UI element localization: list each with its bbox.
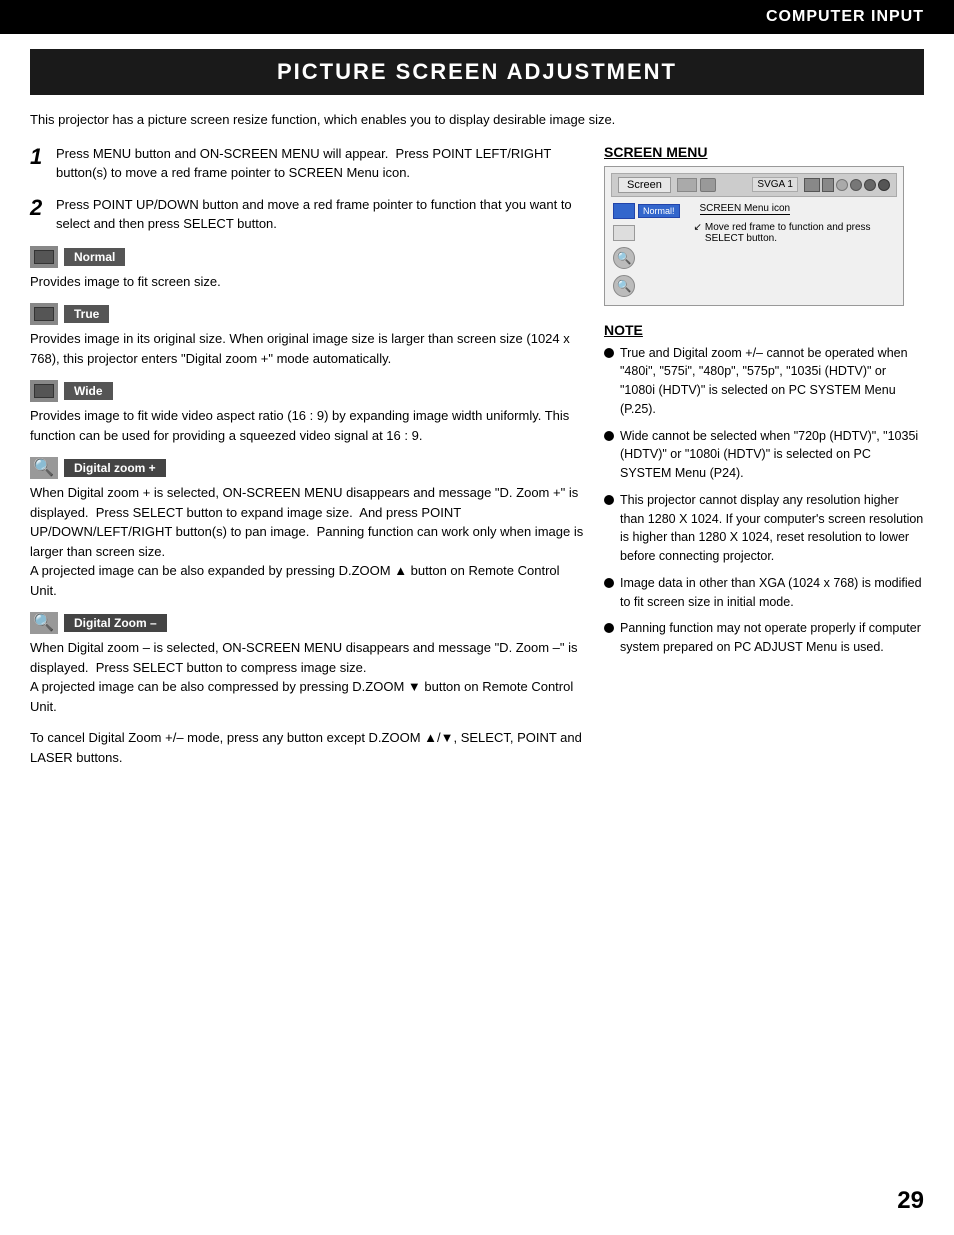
dzoom-minus-text: When Digital zoom – is selected, ON-SCRE… <box>30 638 584 716</box>
note-bullet-2 <box>604 431 614 441</box>
step-2-text: Press POINT UP/DOWN button and move a re… <box>56 195 584 234</box>
true-screen-icon <box>30 303 58 325</box>
screen-menu-icon-annotation: SCREEN Menu icon <box>700 203 791 215</box>
note-item-3: This projector cannot display any resolu… <box>604 491 924 566</box>
right-column: SCREEN MENU Screen SVGA 1 <box>604 144 924 768</box>
menu-icon-2 <box>700 178 716 192</box>
note-title: NOTE <box>604 322 924 338</box>
function-dzoom-minus-header: 🔍 Digital Zoom – <box>30 612 584 634</box>
note-bullet-1 <box>604 348 614 358</box>
top-icon-6 <box>878 179 890 191</box>
page-title: PICTURE SCREEN ADJUSTMENT <box>30 49 924 95</box>
screen-menu-title: SCREEN MENU <box>604 144 924 160</box>
function-digital-zoom-minus: 🔍 Digital Zoom – When Digital zoom – is … <box>30 612 584 716</box>
function-normal-header: Normal <box>30 246 584 268</box>
function-digital-zoom-plus: 🔍 Digital zoom + When Digital zoom + is … <box>30 457 584 600</box>
note-text-5: Panning function may not operate properl… <box>620 619 924 657</box>
function-wide: Wide Provides image to fit wide video as… <box>30 380 584 445</box>
menu-item-2 <box>613 225 635 241</box>
wide-screen-icon <box>30 380 58 402</box>
top-icon-2 <box>822 178 834 192</box>
true-label: True <box>64 305 109 323</box>
normal-label: Normal <box>64 248 125 266</box>
function-wide-header: Wide <box>30 380 584 402</box>
note-item-5: Panning function may not operate properl… <box>604 619 924 657</box>
move-frame-text: Move red frame to function and press SEL… <box>705 222 897 244</box>
magnify-plus-icon: 🔍 <box>33 458 54 478</box>
menu-icon-1 <box>677 178 697 192</box>
note-text-2: Wide cannot be selected when "720p (HDTV… <box>620 427 924 483</box>
screen-menu-icon-label: SCREEN Menu icon <box>700 203 897 214</box>
step-1-text: Press MENU button and ON-SCREEN MENU wil… <box>56 144 584 183</box>
normal-text: Provides image to fit screen size. <box>30 272 584 292</box>
menu-item-normal: Normal! <box>613 203 680 219</box>
main-content: PICTURE SCREEN ADJUSTMENT This projector… <box>0 49 954 797</box>
note-text-1: True and Digital zoom +/– cannot be oper… <box>620 344 924 419</box>
menu-annotations: SCREEN Menu icon ↙ Move red frame to fun… <box>690 201 897 299</box>
note-text-4: Image data in other than XGA (1024 x 768… <box>620 574 924 612</box>
wide-label: Wide <box>64 382 113 400</box>
left-column: 1 Press MENU button and ON-SCREEN MENU w… <box>30 144 584 768</box>
normal-icon-box <box>613 203 635 219</box>
dzoom-minus-label: Digital Zoom – <box>64 614 167 632</box>
two-col-layout: 1 Press MENU button and ON-SCREEN MENU w… <box>30 144 924 768</box>
step-2-number: 2 <box>30 195 48 234</box>
top-icon-5 <box>864 179 876 191</box>
dzoom-plus-icon: 🔍 <box>30 457 58 479</box>
function-normal: Normal Provides image to fit screen size… <box>30 246 584 292</box>
note-item-1: True and Digital zoom +/– cannot be oper… <box>604 344 924 419</box>
note-item-2: Wide cannot be selected when "720p (HDTV… <box>604 427 924 483</box>
header-bar: COMPUTER INPUT <box>0 0 954 34</box>
normal-screen-icon <box>30 246 58 268</box>
note-bullet-3 <box>604 495 614 505</box>
screen-menu-top-bar: Screen SVGA 1 <box>611 173 897 197</box>
cancel-text: To cancel Digital Zoom +/– mode, press a… <box>30 728 584 767</box>
screen-menu-section: SCREEN MENU Screen SVGA 1 <box>604 144 924 306</box>
menu-items-list: Normal! 🔍 🔍 <box>611 201 682 299</box>
dzoom-plus-text: When Digital zoom + is selected, ON-SCRE… <box>30 483 584 600</box>
true-text: Provides image in its original size. Whe… <box>30 329 584 368</box>
screen-menu-box: Screen SVGA 1 <box>604 166 904 306</box>
normal-menu-label: Normal! <box>638 204 680 218</box>
svga-label: SVGA 1 <box>752 177 798 192</box>
header-title: COMPUTER INPUT <box>766 8 924 25</box>
move-frame-annotation: ↙ Move red frame to function and press S… <box>694 222 897 244</box>
top-icon-1 <box>804 178 820 192</box>
magnify-minus-icon: 🔍 <box>33 613 54 633</box>
note-item-4: Image data in other than XGA (1024 x 768… <box>604 574 924 612</box>
note-section: NOTE True and Digital zoom +/– cannot be… <box>604 322 924 657</box>
screen-tab: Screen <box>618 177 671 193</box>
step-1: 1 Press MENU button and ON-SCREEN MENU w… <box>30 144 584 183</box>
menu-item-3: 🔍 <box>613 247 635 269</box>
menu-item-4: 🔍 <box>613 275 635 297</box>
top-icon-4 <box>850 179 862 191</box>
top-bar-icons <box>677 178 747 192</box>
step-2: 2 Press POINT UP/DOWN button and move a … <box>30 195 584 234</box>
function-true: True Provides image in its original size… <box>30 303 584 368</box>
function-true-header: True <box>30 303 584 325</box>
note-text-3: This projector cannot display any resolu… <box>620 491 924 566</box>
step-1-number: 1 <box>30 144 48 183</box>
dzoom-minus-icon: 🔍 <box>30 612 58 634</box>
intro-text: This projector has a picture screen resi… <box>30 110 924 130</box>
top-icon-3 <box>836 179 848 191</box>
note-bullet-5 <box>604 623 614 633</box>
page-number: 29 <box>897 1187 924 1215</box>
note-bullet-4 <box>604 578 614 588</box>
wide-text: Provides image to fit wide video aspect … <box>30 406 584 445</box>
function-dzoom-plus-header: 🔍 Digital zoom + <box>30 457 584 479</box>
right-icons <box>804 178 890 192</box>
screen-menu-body: Normal! 🔍 🔍 <box>611 201 897 299</box>
dzoom-plus-label: Digital zoom + <box>64 459 166 477</box>
